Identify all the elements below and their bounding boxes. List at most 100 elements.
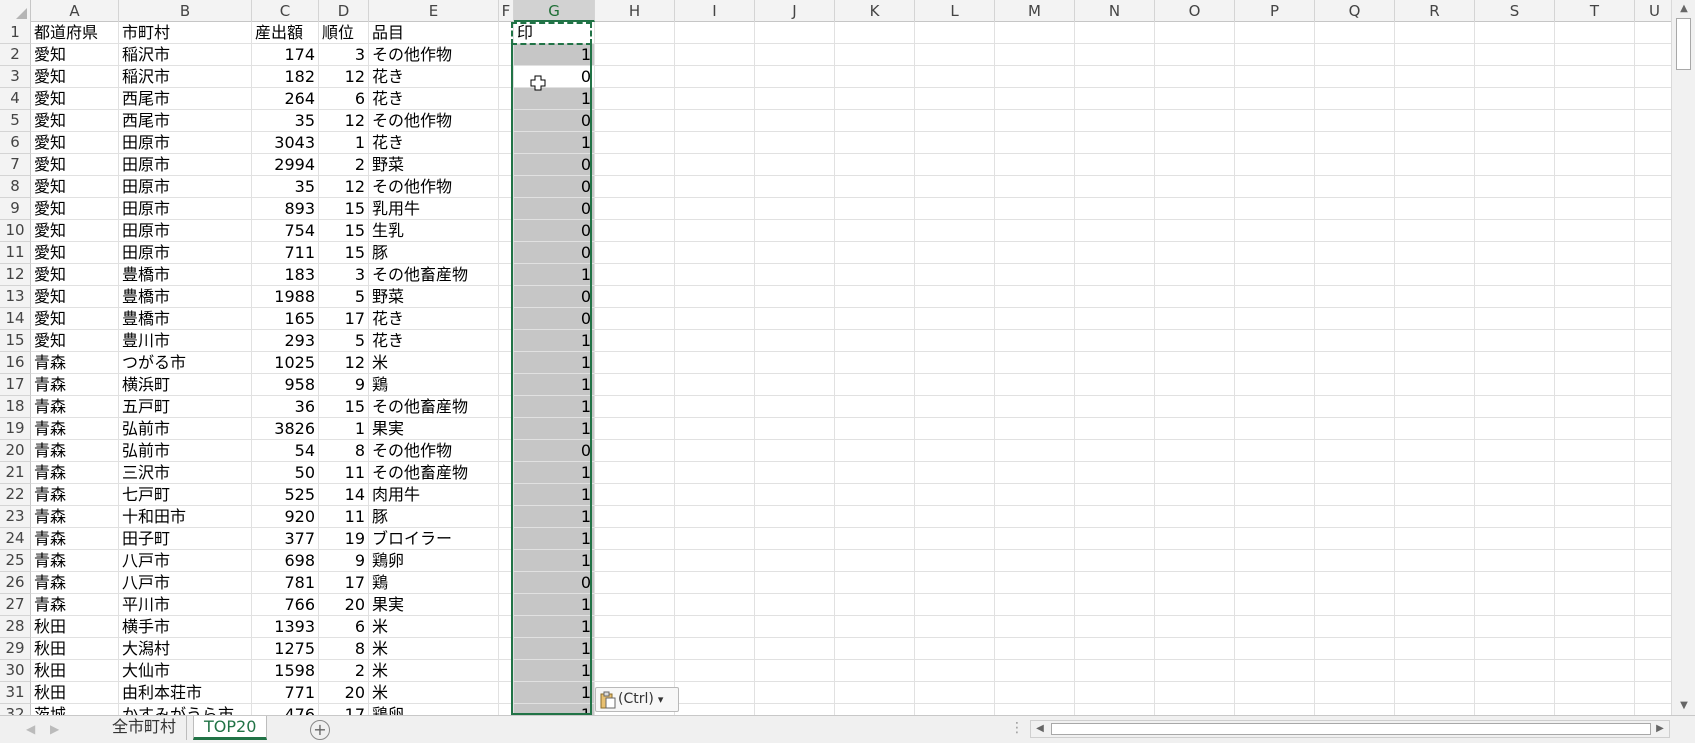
cell-a[interactable]: 青森 — [31, 418, 119, 440]
cell-g[interactable]: 1 — [514, 528, 595, 550]
cell-q[interactable] — [1315, 286, 1395, 308]
cell-g[interactable]: 0 — [514, 242, 595, 264]
cell-m[interactable] — [995, 550, 1075, 572]
cell-i[interactable] — [675, 110, 755, 132]
cell-q[interactable] — [1315, 704, 1395, 715]
cell-t[interactable] — [1555, 352, 1635, 374]
cell-i[interactable] — [675, 484, 755, 506]
cell-q[interactable] — [1315, 242, 1395, 264]
cell-f[interactable] — [499, 66, 514, 88]
cell-m[interactable] — [995, 638, 1075, 660]
cell-r[interactable] — [1395, 506, 1475, 528]
cell-i[interactable] — [675, 418, 755, 440]
cell-k[interactable] — [835, 132, 915, 154]
row-header[interactable]: 28 — [0, 616, 31, 638]
cell-i[interactable] — [675, 506, 755, 528]
cell-o[interactable] — [1155, 286, 1235, 308]
cell-j[interactable] — [755, 308, 835, 330]
cell-c[interactable]: 産出額 — [252, 22, 319, 44]
cell-f[interactable] — [499, 462, 514, 484]
cell-h[interactable] — [595, 396, 675, 418]
cell-e[interactable]: 野菜 — [369, 286, 499, 308]
cell-j[interactable] — [755, 132, 835, 154]
row-header[interactable]: 14 — [0, 308, 31, 330]
cell-p[interactable] — [1235, 682, 1315, 704]
row-header[interactable]: 18 — [0, 396, 31, 418]
cell-e[interactable]: 品目 — [369, 22, 499, 44]
cell-h[interactable] — [595, 22, 675, 44]
cell-g[interactable]: 1 — [514, 418, 595, 440]
cell-u[interactable] — [1635, 88, 1671, 110]
cell-b[interactable]: 弘前市 — [119, 418, 252, 440]
cell-t[interactable] — [1555, 682, 1635, 704]
cell-o[interactable] — [1155, 352, 1235, 374]
cell-e[interactable]: 豚 — [369, 506, 499, 528]
cell-j[interactable] — [755, 374, 835, 396]
cell-r[interactable] — [1395, 594, 1475, 616]
cell-d[interactable]: 5 — [319, 286, 369, 308]
cell-o[interactable] — [1155, 638, 1235, 660]
cell-i[interactable] — [675, 220, 755, 242]
cell-q[interactable] — [1315, 110, 1395, 132]
cell-b[interactable]: 七戸町 — [119, 484, 252, 506]
cell-u[interactable] — [1635, 374, 1671, 396]
cell-k[interactable] — [835, 110, 915, 132]
cell-r[interactable] — [1395, 374, 1475, 396]
cell-t[interactable] — [1555, 22, 1635, 44]
cell-p[interactable] — [1235, 110, 1315, 132]
cell-d[interactable]: 12 — [319, 110, 369, 132]
cell-r[interactable] — [1395, 110, 1475, 132]
cell-f[interactable] — [499, 110, 514, 132]
cell-r[interactable] — [1395, 396, 1475, 418]
cell-s[interactable] — [1475, 154, 1555, 176]
cell-k[interactable] — [835, 44, 915, 66]
cell-j[interactable] — [755, 440, 835, 462]
cell-c[interactable]: 698 — [252, 550, 319, 572]
cell-j[interactable] — [755, 66, 835, 88]
cell-j[interactable] — [755, 506, 835, 528]
cell-i[interactable] — [675, 154, 755, 176]
cell-p[interactable] — [1235, 660, 1315, 682]
cell-q[interactable] — [1315, 220, 1395, 242]
cell-p[interactable] — [1235, 308, 1315, 330]
cell-h[interactable] — [595, 550, 675, 572]
cell-s[interactable] — [1475, 176, 1555, 198]
cell-n[interactable] — [1075, 66, 1155, 88]
cell-a[interactable]: 青森 — [31, 352, 119, 374]
cell-f[interactable] — [499, 550, 514, 572]
cell-e[interactable]: その他作物 — [369, 440, 499, 462]
cell-q[interactable] — [1315, 198, 1395, 220]
cell-u[interactable] — [1635, 528, 1671, 550]
cell-q[interactable] — [1315, 352, 1395, 374]
cell-p[interactable] — [1235, 198, 1315, 220]
cell-a[interactable]: 愛知 — [31, 176, 119, 198]
cell-t[interactable] — [1555, 418, 1635, 440]
cell-i[interactable] — [675, 264, 755, 286]
cell-r[interactable] — [1395, 132, 1475, 154]
column-header-g[interactable]: G — [514, 0, 595, 22]
cell-t[interactable] — [1555, 44, 1635, 66]
cell-o[interactable] — [1155, 704, 1235, 715]
cell-s[interactable] — [1475, 506, 1555, 528]
column-header-r[interactable]: R — [1395, 0, 1475, 22]
cell-l[interactable] — [915, 242, 995, 264]
cell-n[interactable] — [1075, 154, 1155, 176]
cell-e[interactable]: 生乳 — [369, 220, 499, 242]
cell-r[interactable] — [1395, 616, 1475, 638]
cell-f[interactable] — [499, 352, 514, 374]
cell-k[interactable] — [835, 506, 915, 528]
cell-r[interactable] — [1395, 176, 1475, 198]
cell-t[interactable] — [1555, 154, 1635, 176]
cell-m[interactable] — [995, 594, 1075, 616]
cell-g[interactable]: 1 — [514, 506, 595, 528]
row-header[interactable]: 11 — [0, 242, 31, 264]
cell-e[interactable]: 鶏卵 — [369, 704, 499, 715]
cell-k[interactable] — [835, 550, 915, 572]
cell-b[interactable]: 豊橋市 — [119, 308, 252, 330]
cell-l[interactable] — [915, 440, 995, 462]
cell-d[interactable]: 15 — [319, 220, 369, 242]
tab-scroll-left-icon[interactable]: ◀ — [26, 722, 35, 736]
cell-j[interactable] — [755, 462, 835, 484]
cell-t[interactable] — [1555, 616, 1635, 638]
cell-g[interactable]: 0 — [514, 110, 595, 132]
